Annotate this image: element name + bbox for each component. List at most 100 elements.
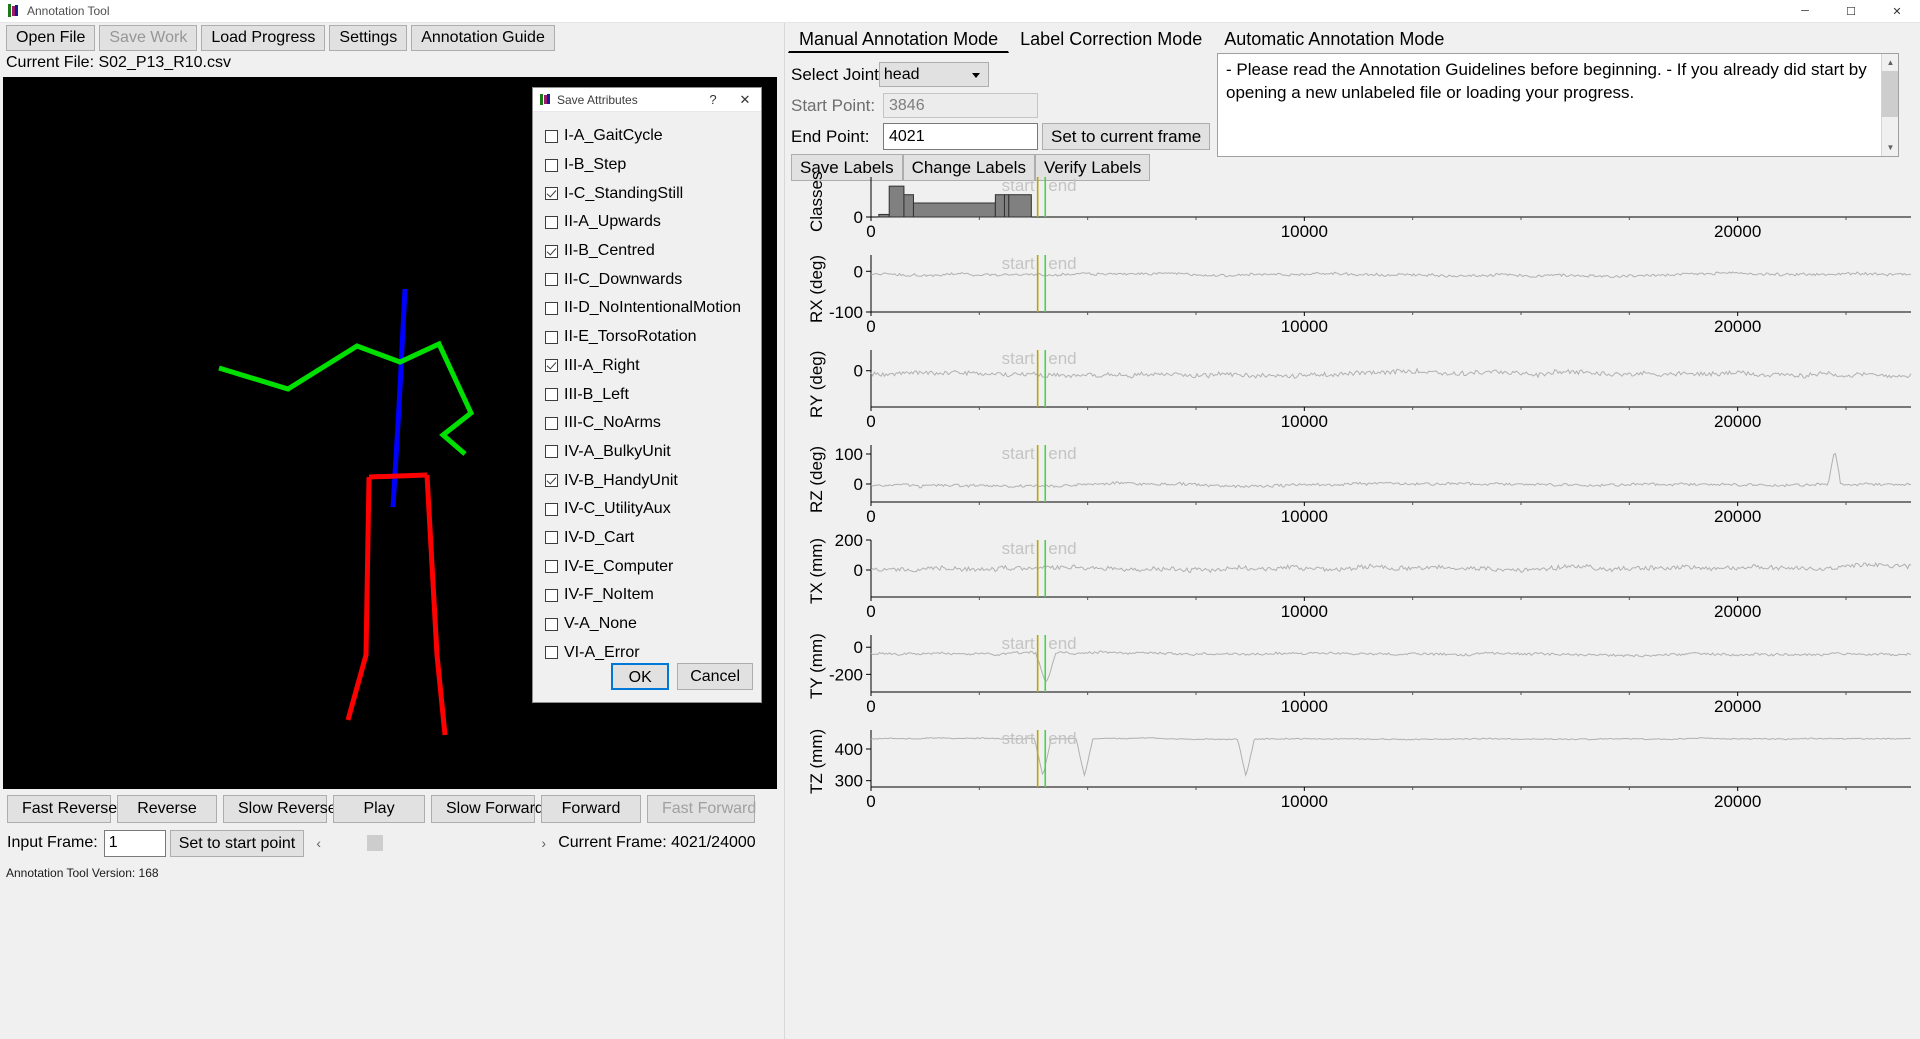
scrollbar-thumb[interactable]: [367, 835, 384, 851]
chart-rz[interactable]: 0 10000 20000 100 0 start end RZ (deg): [785, 431, 1920, 526]
scroll-up-icon[interactable]: ▲: [1882, 54, 1898, 71]
end-point-row: End Point: 4021 Set to current frame: [791, 123, 1211, 150]
x-tick-label: 20000: [1714, 222, 1761, 241]
attribute-label: II-D_NoIntentionalMotion: [564, 299, 741, 317]
mode-tabs: Manual Annotation Mode Label Correction M…: [788, 23, 1456, 53]
toolbar-button-annotation-guide[interactable]: Annotation Guide: [411, 25, 555, 51]
checkbox-II-D_NoIntentionalMotion[interactable]: [545, 301, 558, 315]
end-point-field[interactable]: 4021: [883, 123, 1038, 150]
playback-button-slow-reverse[interactable]: Slow Reverse: [223, 795, 337, 823]
checkbox-VI-A_Error[interactable]: [545, 646, 558, 660]
checkbox-II-E_TorsoRotation[interactable]: [545, 330, 558, 344]
toolbar-button-load-progress[interactable]: Load Progress: [201, 25, 326, 51]
playback-button-fast-forward: Fast Forward: [647, 795, 756, 823]
y-axis-label-classes: Classes: [807, 171, 826, 233]
checkbox-V-A_None[interactable]: [545, 617, 558, 631]
playback-button-slow-forward[interactable]: Slow Forward: [431, 795, 544, 823]
playback-button-forward[interactable]: Forward: [541, 795, 641, 823]
set-to-start-point-button[interactable]: Set to start point: [169, 829, 305, 857]
minimize-button[interactable]: ─: [1782, 0, 1828, 23]
checkbox-IV-F_NoItem[interactable]: [545, 588, 558, 602]
checkbox-III-A_Right[interactable]: [545, 359, 558, 373]
y-axis-label-rx: RX (deg): [807, 254, 826, 323]
class-segment-bar: [1008, 194, 1032, 218]
tab-automatic-annotation-mode[interactable]: Automatic Annotation Mode: [1213, 25, 1456, 53]
scroll-right-icon[interactable]: ›: [537, 835, 550, 851]
checkbox-IV-D_Cart[interactable]: [545, 531, 558, 545]
x-tick-label: 10000: [1281, 602, 1328, 621]
attribute-row-I-A_GaitCycle[interactable]: I-A_GaitCycle: [545, 122, 761, 151]
y-tick-label: -200: [829, 665, 863, 684]
guidelines-scroll-thumb[interactable]: [1882, 71, 1898, 117]
checkbox-III-B_Left[interactable]: [545, 388, 558, 402]
dialog-help-icon[interactable]: ?: [697, 88, 729, 112]
playback-button-play[interactable]: Play: [333, 795, 425, 823]
scroll-left-icon[interactable]: ‹: [312, 835, 325, 851]
app-logo-icon: [5, 3, 21, 19]
attribute-row-IV-B_HandyUnit[interactable]: IV-B_HandyUnit: [545, 466, 761, 495]
playback-button-reverse[interactable]: Reverse: [117, 795, 217, 823]
chart-ty[interactable]: 0 10000 20000 0 -200 start end TY (mm): [785, 621, 1920, 716]
attribute-row-II-E_TorsoRotation[interactable]: II-E_TorsoRotation: [545, 323, 761, 352]
attribute-row-III-C_NoArms[interactable]: III-C_NoArms: [545, 409, 761, 438]
end-marker-label: end: [1048, 444, 1076, 463]
maximize-button[interactable]: ☐: [1828, 0, 1874, 23]
checkbox-II-B_Centred[interactable]: [545, 244, 558, 258]
y-tick-label: 200: [835, 531, 863, 550]
checkbox-II-A_Upwards[interactable]: [545, 215, 558, 229]
attribute-row-III-B_Left[interactable]: III-B_Left: [545, 380, 761, 409]
checkbox-I-B_Step[interactable]: [545, 158, 558, 172]
attribute-row-V-A_None[interactable]: V-A_None: [545, 610, 761, 639]
attribute-row-IV-F_NoItem[interactable]: IV-F_NoItem: [545, 581, 761, 610]
chart-tx[interactable]: 0 10000 20000 200 0 start end TX (mm): [785, 526, 1920, 621]
cancel-button[interactable]: Cancel: [677, 663, 753, 690]
playback-button-fast-reverse[interactable]: Fast Reverse: [7, 795, 117, 823]
input-frame-field[interactable]: [103, 829, 166, 857]
tab-manual-annotation-mode[interactable]: Manual Annotation Mode: [788, 25, 1010, 53]
checkbox-II-C_Downwards[interactable]: [545, 273, 558, 287]
chart-ry[interactable]: 0 10000 20000 0 start end RY (deg): [785, 336, 1920, 431]
attribute-label: I-C_StandingStill: [564, 184, 684, 202]
attribute-label: IV-F_NoItem: [564, 586, 654, 604]
toolbar-button-open-file[interactable]: Open File: [6, 25, 96, 51]
guidelines-scrollbar[interactable]: ▲ ▼: [1881, 54, 1898, 156]
save-attributes-dialog: Save Attributes ? ✕ I-A_GaitCycle I-B_Ste…: [532, 87, 762, 703]
toolbar-button-settings[interactable]: Settings: [329, 25, 408, 51]
checkbox-IV-E_Computer[interactable]: [545, 560, 558, 574]
close-button[interactable]: ✕: [1874, 0, 1920, 23]
right-pane: Manual Annotation Mode Label Correction M…: [784, 23, 1920, 1039]
x-tick-label: 10000: [1281, 507, 1328, 526]
attribute-row-II-D_NoIntentionalMotion[interactable]: II-D_NoIntentionalMotion: [545, 294, 761, 323]
attribute-row-IV-C_UtilityAux[interactable]: IV-C_UtilityAux: [545, 495, 761, 524]
attribute-row-IV-D_Cart[interactable]: IV-D_Cart: [545, 524, 761, 553]
scrollbar-track[interactable]: [325, 832, 537, 854]
chart-tz[interactable]: 0 10000 20000 400 300 start end TZ (mm): [785, 716, 1920, 811]
checkbox-IV-B_HandyUnit[interactable]: [545, 474, 558, 488]
ok-button[interactable]: OK: [611, 663, 670, 690]
attribute-row-II-B_Centred[interactable]: II-B_Centred: [545, 237, 761, 266]
select-joint-label: Select Joint: [791, 64, 879, 84]
attribute-row-IV-E_Computer[interactable]: IV-E_Computer: [545, 552, 761, 581]
select-joint-dropdown[interactable]: head: [878, 62, 989, 87]
checkbox-I-A_GaitCycle[interactable]: [545, 129, 558, 143]
checkbox-I-C_StandingStill[interactable]: [545, 187, 558, 201]
y-tick-label: 100: [835, 445, 863, 464]
attribute-row-I-B_Step[interactable]: I-B_Step: [545, 151, 761, 180]
attribute-row-I-C_StandingStill[interactable]: I-C_StandingStill: [545, 179, 761, 208]
y-tick-label: 0: [854, 262, 863, 281]
attribute-row-IV-A_BulkyUnit[interactable]: IV-A_BulkyUnit: [545, 438, 761, 467]
attribute-row-II-A_Upwards[interactable]: II-A_Upwards: [545, 208, 761, 237]
checkbox-III-C_NoArms[interactable]: [545, 416, 558, 430]
start-marker-label: start: [1002, 176, 1035, 195]
checkbox-IV-A_BulkyUnit[interactable]: [545, 445, 558, 459]
set-to-current-frame-button[interactable]: Set to current frame: [1042, 123, 1211, 150]
frame-scrollbar[interactable]: ‹ ›: [312, 832, 550, 854]
chart-classes[interactable]: 0 10000 20000 0 start end Classes: [785, 163, 1920, 241]
tab-label-correction-mode[interactable]: Label Correction Mode: [1009, 25, 1214, 53]
attribute-row-II-C_Downwards[interactable]: II-C_Downwards: [545, 265, 761, 294]
checkbox-IV-C_UtilityAux[interactable]: [545, 502, 558, 516]
attribute-row-III-A_Right[interactable]: III-A_Right: [545, 352, 761, 381]
scroll-down-icon[interactable]: ▼: [1882, 139, 1898, 156]
chart-rx[interactable]: 0 10000 20000 0 -100 start end RX (deg): [785, 241, 1920, 336]
dialog-close-icon[interactable]: ✕: [729, 88, 761, 112]
